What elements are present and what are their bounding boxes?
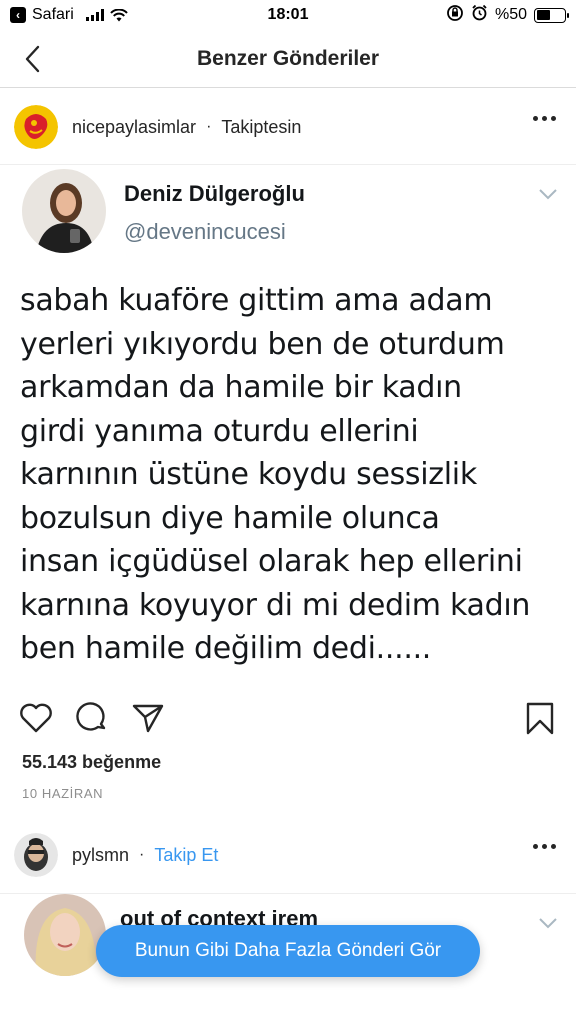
more-options-button[interactable] (533, 116, 556, 121)
tweet-line: bozulsun diye hamile olunca (20, 500, 440, 536)
battery-percent: %50 (494, 6, 527, 23)
status-time: 18:01 (267, 6, 309, 23)
wifi-icon (110, 8, 128, 22)
alarm-icon (471, 4, 488, 26)
tweet-line: ben hamile değilim dedi...... (20, 631, 432, 666)
carrier-label: Safari (32, 6, 74, 23)
tweet-line: girdi yanıma oturdu ellerini (20, 413, 419, 449)
signal-icon (85, 9, 104, 21)
tweet-text: sabah kuaföre gittim ama adam yerleri yı… (20, 279, 560, 671)
separator-dot: · (139, 846, 145, 863)
tweet-line: karnına koyuyor di mi dedim kadın (20, 587, 531, 623)
tweet-author-handle: @devenincucesi (124, 219, 286, 244)
dot-icon (542, 116, 547, 121)
dot-icon (533, 116, 538, 121)
avatar[interactable] (14, 833, 58, 877)
post-username[interactable]: nicepaylasimlar (72, 117, 196, 138)
post-username[interactable]: pylsmn (72, 845, 129, 866)
tweet-author-name: Deniz Dülgeroğlu (124, 181, 305, 206)
tweet-line: karnının üstüne koydu sessizlik (20, 457, 477, 492)
heart-icon (20, 703, 52, 733)
follow-button[interactable]: Takip Et (154, 845, 218, 866)
send-icon (132, 704, 164, 733)
like-button[interactable] (18, 700, 54, 736)
battery-fill (536, 10, 550, 20)
bookmark-icon (526, 702, 554, 735)
comment-button[interactable] (74, 700, 110, 736)
dot-icon (551, 844, 556, 849)
following-status[interactable]: Takiptesin (221, 117, 301, 138)
tweet-line: yerleri yıkıyordu ben de oturdum (20, 326, 505, 362)
chevron-down-icon[interactable] (538, 187, 558, 201)
nav-header: Benzer Gönderiler (0, 30, 576, 88)
action-bar (0, 700, 576, 740)
status-right: %50 (446, 4, 569, 27)
rotation-lock-icon (446, 4, 464, 27)
avatar[interactable] (14, 105, 58, 149)
post-date: 10 HAZİRAN (22, 786, 104, 801)
page-title: Benzer Gönderiler (196, 46, 380, 70)
back-to-app-icon[interactable]: ‹ (10, 7, 26, 23)
share-button[interactable] (130, 700, 166, 736)
likes-count[interactable]: 55.143 beğenme (22, 752, 161, 773)
tweet-avatar (22, 169, 106, 253)
dot-icon (533, 844, 538, 849)
save-button[interactable] (522, 700, 558, 736)
post-header: nicepaylasimlar · Takiptesin (0, 92, 576, 162)
tweet-line: arkamdan da hamile bir kadın (20, 370, 462, 405)
battery-icon (534, 7, 569, 23)
chevron-left-icon (25, 45, 40, 73)
tweet-avatar (24, 894, 106, 976)
see-more-posts-button[interactable]: Bunun Gibi Daha Fazla Gönderi Gör (96, 925, 480, 977)
comment-icon (76, 702, 106, 731)
back-button[interactable] (22, 44, 46, 74)
more-options-button[interactable] (533, 844, 556, 849)
dot-icon (542, 844, 547, 849)
status-bar: ‹ Safari 18:01 %50 (0, 0, 576, 30)
dot-icon (551, 116, 556, 121)
separator-dot: · (206, 118, 212, 135)
post-header: pylsmn · Takip Et (0, 820, 576, 890)
tweet-line: sabah kuaföre gittim ama adam (20, 283, 493, 318)
tweet-card: Deniz Dülgeroğlu @devenincucesi sabah ku… (0, 164, 576, 690)
tweet-line: insan içgüdüsel olarak hep ellerini (20, 544, 523, 579)
chevron-down-icon[interactable] (538, 916, 558, 930)
status-left: ‹ Safari (10, 6, 128, 24)
